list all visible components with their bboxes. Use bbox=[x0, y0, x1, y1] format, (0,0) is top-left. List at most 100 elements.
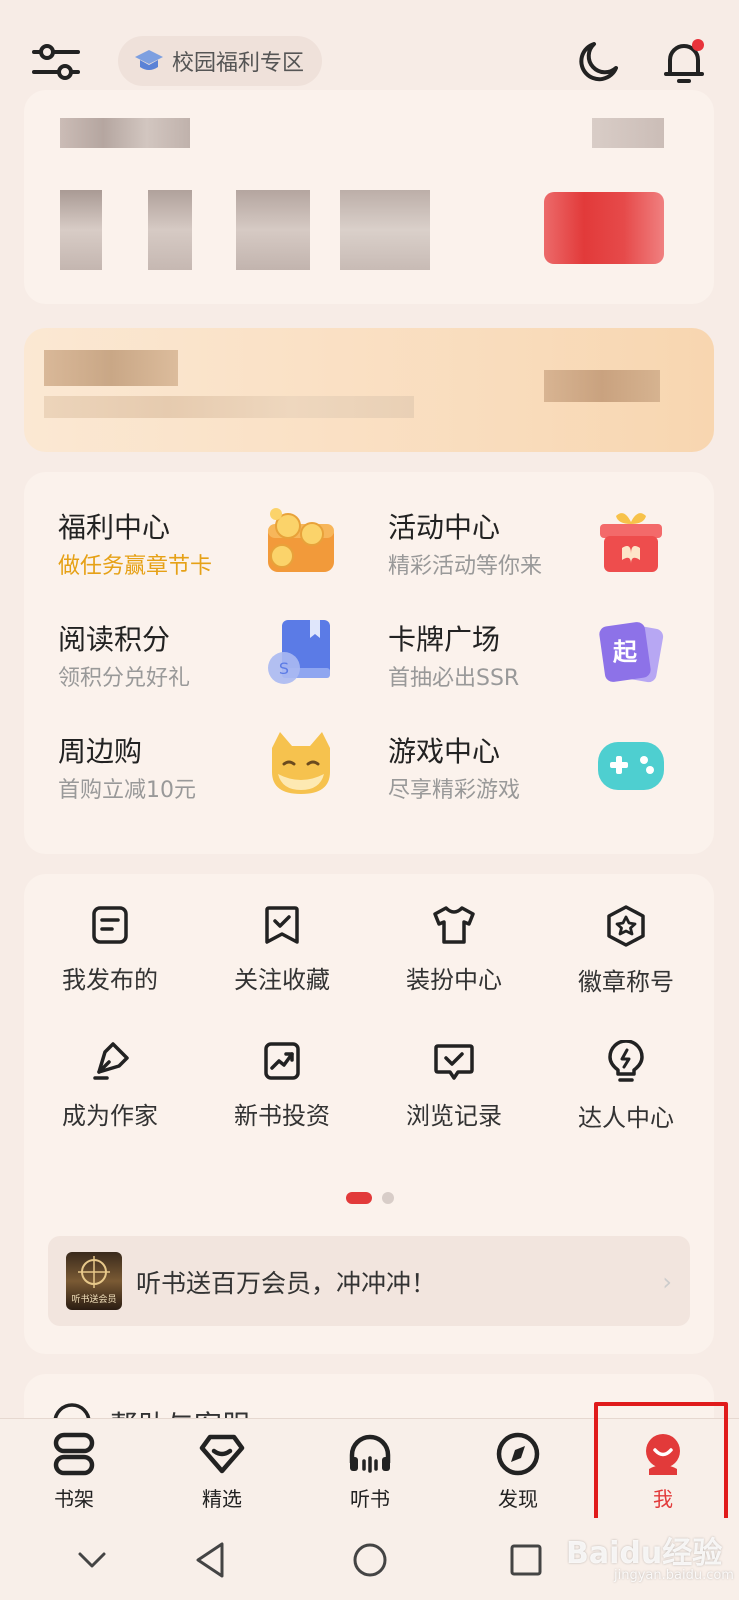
service-subtitle: 领积分兑好礼 bbox=[58, 666, 191, 691]
nav-featured[interactable]: 精选 bbox=[162, 1431, 282, 1517]
chart-up-icon bbox=[264, 1042, 300, 1080]
nav-label: 听书 bbox=[350, 1487, 390, 1511]
recents-square-icon[interactable] bbox=[504, 1538, 548, 1582]
blurred-stat bbox=[236, 190, 310, 270]
lightbulb-icon bbox=[608, 1040, 644, 1082]
nav-label: 我 bbox=[653, 1487, 673, 1511]
badge-star-icon bbox=[607, 905, 645, 947]
services-grid: 福利中心 做任务赢章节卡 活动中心 精彩活动等你来 阅读积分 领积分兑好礼 S bbox=[24, 472, 714, 854]
diamond-icon bbox=[199, 1434, 245, 1474]
action-expert-center[interactable]: 达人中心 bbox=[540, 1040, 712, 1150]
blurred-text bbox=[592, 118, 664, 148]
cat-mascot-icon bbox=[272, 732, 330, 794]
promo-text: 听书送百万会员，冲冲冲！ bbox=[136, 1269, 437, 1298]
action-new-book-invest[interactable]: 新书投资 bbox=[196, 1040, 368, 1150]
quick-actions-card: 我发布的 关注收藏 装扮中心 徽章称号 成为作家 新书投资 浏览记录 达人中心 … bbox=[24, 874, 714, 1354]
action-label: 徽章称号 bbox=[578, 968, 674, 996]
svg-text:S: S bbox=[279, 659, 289, 678]
action-browse-history[interactable]: 浏览记录 bbox=[368, 1040, 540, 1150]
blurred-username bbox=[60, 118, 190, 148]
nav-label: 发现 bbox=[498, 1487, 538, 1511]
service-subtitle: 精彩活动等你来 bbox=[388, 554, 543, 579]
pen-nib-icon bbox=[93, 1042, 129, 1080]
bookmark-check-icon bbox=[265, 906, 299, 944]
campus-chip-label: 校园福利专区 bbox=[172, 51, 305, 76]
bookshelf-icon bbox=[53, 1432, 95, 1476]
home-circle-icon[interactable] bbox=[348, 1538, 392, 1582]
action-badges-titles[interactable]: 徽章称号 bbox=[540, 904, 712, 1014]
page-dot bbox=[382, 1192, 394, 1204]
book-coin-icon: S bbox=[268, 620, 330, 684]
watermark: Baidu经验 bbox=[566, 1536, 723, 1571]
notification-dot bbox=[692, 39, 704, 51]
moon-icon[interactable] bbox=[574, 38, 622, 86]
nav-label: 书架 bbox=[54, 1487, 94, 1511]
blurred-action-button[interactable] bbox=[544, 192, 664, 264]
compass-icon bbox=[496, 1432, 540, 1476]
action-my-posts[interactable]: 我发布的 bbox=[24, 904, 196, 1014]
graduation-cap-icon bbox=[135, 50, 163, 70]
watermark-url: jingyan.baidu.com bbox=[614, 1568, 734, 1583]
service-activity-center[interactable]: 活动中心 精彩活动等你来 bbox=[354, 490, 684, 590]
profile-icon bbox=[646, 1434, 680, 1475]
tshirt-icon bbox=[433, 906, 475, 944]
nav-label: 精选 bbox=[202, 1487, 242, 1511]
service-reading-points[interactable]: 阅读积分 领积分兑好礼 S bbox=[24, 602, 354, 702]
blurred-button bbox=[544, 370, 660, 402]
svg-text:起: 起 bbox=[612, 638, 638, 666]
service-title: 游戏中心 bbox=[388, 735, 501, 768]
audiobook-promo-banner[interactable]: 听书送会员 听书送百万会员，冲冲冲！ › bbox=[48, 1236, 690, 1326]
service-title: 福利中心 bbox=[58, 511, 171, 544]
headphones-icon bbox=[349, 1434, 391, 1473]
nav-bookshelf[interactable]: 书架 bbox=[14, 1431, 134, 1517]
blurred-stat bbox=[340, 190, 430, 270]
service-game-center[interactable]: 游戏中心 尽享精彩游戏 bbox=[354, 714, 684, 814]
action-follow-favorites[interactable]: 关注收藏 bbox=[196, 904, 368, 1014]
blurred-stat bbox=[60, 190, 102, 270]
nav-me[interactable]: 我 bbox=[603, 1431, 723, 1517]
action-label: 浏览记录 bbox=[406, 1102, 502, 1130]
action-label: 达人中心 bbox=[578, 1104, 674, 1132]
gamepad-icon bbox=[598, 742, 664, 790]
back-triangle-icon[interactable] bbox=[190, 1538, 234, 1582]
action-label: 我发布的 bbox=[62, 966, 158, 994]
nav-discover[interactable]: 发现 bbox=[458, 1431, 578, 1517]
document-icon bbox=[92, 906, 128, 944]
service-title: 活动中心 bbox=[388, 511, 501, 544]
page-dot-active bbox=[346, 1192, 372, 1204]
service-subtitle: 做任务赢章节卡 bbox=[58, 554, 213, 579]
service-title: 卡牌广场 bbox=[388, 623, 501, 656]
action-become-writer[interactable]: 成为作家 bbox=[24, 1040, 196, 1150]
blurred-stat bbox=[148, 190, 192, 270]
history-chat-icon bbox=[434, 1044, 474, 1080]
bell-icon[interactable] bbox=[660, 38, 708, 86]
promo-thumbnail: 听书送会员 bbox=[66, 1252, 122, 1310]
service-merch-shop[interactable]: 周边购 首购立减10元 bbox=[24, 714, 354, 814]
service-subtitle: 首购立减10元 bbox=[58, 778, 196, 803]
bottom-navigation: 书架 精选 听书 发现 我 bbox=[0, 1418, 739, 1518]
action-label: 成为作家 bbox=[62, 1102, 158, 1130]
service-card-plaza[interactable]: 卡牌广场 首抽必出SSR 起 bbox=[354, 602, 684, 702]
service-title: 阅读积分 bbox=[58, 623, 171, 656]
gift-box-icon bbox=[600, 513, 662, 572]
nav-audiobooks[interactable]: 听书 bbox=[310, 1431, 430, 1517]
service-welfare-center[interactable]: 福利中心 做任务赢章节卡 bbox=[24, 490, 354, 590]
action-label: 新书投资 bbox=[234, 1102, 330, 1130]
action-dressup-center[interactable]: 装扮中心 bbox=[368, 904, 540, 1014]
service-title: 周边购 bbox=[58, 735, 143, 768]
campus-welfare-chip[interactable]: 校园福利专区 bbox=[118, 36, 323, 86]
action-label: 装扮中心 bbox=[406, 966, 502, 994]
filter-sliders-icon[interactable] bbox=[30, 40, 82, 84]
page-indicator[interactable] bbox=[346, 1192, 402, 1204]
blurred-text bbox=[44, 350, 178, 386]
cards-icon: 起 bbox=[599, 622, 664, 683]
action-label: 关注收藏 bbox=[234, 966, 330, 994]
service-subtitle: 首抽必出SSR bbox=[388, 666, 520, 691]
chevron-down-icon[interactable] bbox=[70, 1538, 114, 1582]
membership-banner[interactable] bbox=[24, 328, 714, 452]
blurred-text bbox=[44, 396, 414, 418]
chevron-right-icon: › bbox=[662, 1268, 672, 1296]
account-summary-card[interactable] bbox=[24, 90, 714, 304]
coins-icon bbox=[268, 508, 334, 572]
svg-text:听书送会员: 听书送会员 bbox=[71, 1293, 116, 1305]
